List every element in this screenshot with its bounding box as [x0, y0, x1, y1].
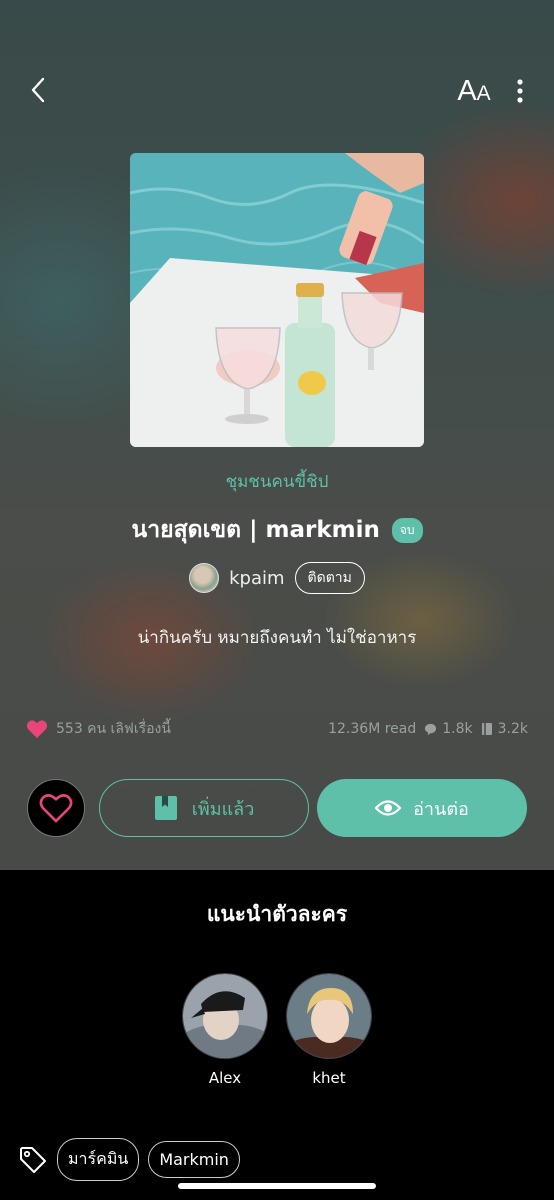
author-name[interactable]: kpaim — [229, 568, 284, 589]
author-avatar[interactable] — [189, 563, 220, 593]
tag-chip[interactable]: Markmin — [148, 1141, 240, 1178]
follow-button[interactable]: ติดตาม — [294, 562, 365, 594]
character-name: Alex — [208, 1069, 242, 1087]
comment-count: 1.8k — [442, 721, 473, 737]
library-label: เพิ่มแล้ว — [191, 798, 255, 820]
characters-section-title: แนะนำตัวละคร — [206, 902, 348, 926]
tag-chip[interactable]: มาร์คมิน — [57, 1138, 140, 1181]
tag-icon — [20, 1146, 46, 1173]
character-avatar-khet[interactable] — [286, 973, 372, 1059]
chapter-icon — [481, 723, 492, 735]
chapter-count: 3.2k — [497, 721, 528, 737]
chevron-left-icon — [31, 77, 45, 103]
read-label: อ่านต่อ — [413, 798, 469, 820]
comment-icon — [425, 723, 437, 735]
font-size-icon-large: A — [457, 74, 477, 107]
story-stats: 553 คน เลิฟเรื่องนี้ 12.36M read 1.8k 3.… — [26, 718, 528, 740]
read-count: 12.36M read — [328, 721, 417, 737]
home-indicator[interactable] — [178, 1183, 376, 1189]
more-vertical-icon — [517, 79, 523, 103]
heart-icon — [26, 720, 48, 739]
back-button[interactable] — [22, 74, 54, 106]
story-category[interactable]: ชุมชนคนขี้ชิป — [0, 468, 554, 495]
more-options-button[interactable] — [508, 74, 532, 108]
tags-row: มาร์คมิน Markmin — [18, 1138, 240, 1181]
font-size-button[interactable]: AA — [452, 74, 496, 108]
character-name: khet — [312, 1069, 346, 1087]
story-header-background: AA ชุมชนคนขี้ชิป นายสุดเขต | markmin จบ … — [0, 0, 554, 870]
love-button[interactable] — [27, 779, 85, 837]
continue-reading-button[interactable]: อ่านต่อ — [317, 779, 527, 837]
story-description: น่ากินครับ หมายถึงคนทำ ไม่ใช่อาหาร — [137, 628, 417, 648]
story-title: นายสุดเขต | markmin — [131, 517, 380, 543]
characters-list: Alex khet — [0, 973, 554, 1087]
font-size-icon-small: A — [476, 82, 491, 105]
heart-outline-icon — [39, 794, 73, 823]
character-card[interactable]: khet — [285, 973, 373, 1087]
library-added-button[interactable]: เพิ่มแล้ว — [99, 779, 309, 837]
status-badge: จบ — [391, 517, 423, 543]
eye-icon — [375, 800, 402, 816]
character-avatar-alex[interactable] — [182, 973, 268, 1059]
book-icon — [154, 796, 177, 820]
character-card[interactable]: Alex — [181, 973, 269, 1087]
story-cover-image — [130, 153, 424, 447]
likes-count: 553 คน เลิฟเรื่องนี้ — [56, 721, 171, 737]
